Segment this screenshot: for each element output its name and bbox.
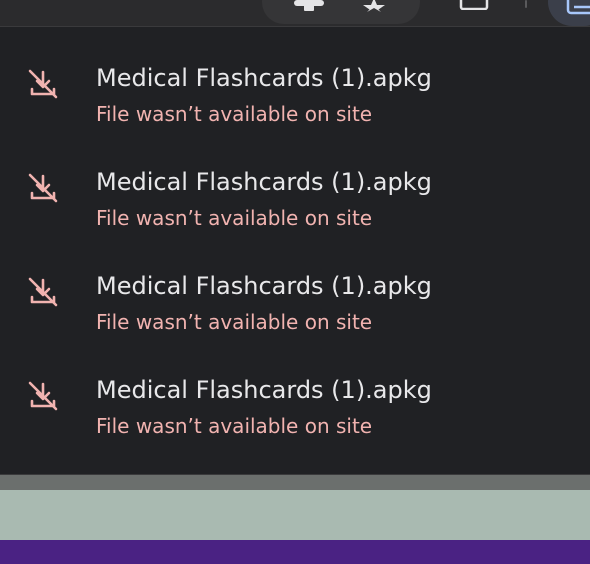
download-off-icon [28,381,58,411]
page-header-band [0,540,590,564]
download-error-status: File wasn’t available on site [96,310,373,334]
download-error-status: File wasn’t available on site [96,102,373,126]
page-background [0,475,590,490]
download-file-name: Medical Flashcards (1).apkg [96,168,432,196]
toolbar-divider [525,0,527,8]
download-file-name: Medical Flashcards (1).apkg [96,64,432,92]
download-error-status: File wasn’t available on site [96,414,373,438]
download-item[interactable]: Medical Flashcards (1).apkg File wasn’t … [0,235,590,339]
browser-toolbar [0,0,590,26]
download-off-icon [28,69,58,99]
extension-icon[interactable] [292,0,326,12]
downloads-button[interactable] [548,0,590,26]
downloads-icon [566,0,590,15]
download-file-name: Medical Flashcards (1).apkg [96,376,432,404]
window-icon[interactable] [459,0,489,10]
download-item[interactable]: Medical Flashcards (1).apkg File wasn’t … [0,131,590,235]
download-item[interactable]: Medical Flashcards (1).apkg File wasn’t … [0,339,590,443]
page-content-band [0,490,590,540]
downloads-panel: Medical Flashcards (1).apkg File wasn’t … [0,26,590,475]
download-file-name: Medical Flashcards (1).apkg [96,272,432,300]
download-item[interactable]: Medical Flashcards (1).apkg File wasn’t … [0,27,590,131]
bookmark-star-icon[interactable] [361,0,387,12]
browser-window: Medical Flashcards (1).apkg File wasn’t … [0,0,590,564]
address-bar-end[interactable] [262,0,420,24]
download-error-status: File wasn’t available on site [96,206,373,230]
download-off-icon [28,173,58,203]
download-off-icon [28,277,58,307]
